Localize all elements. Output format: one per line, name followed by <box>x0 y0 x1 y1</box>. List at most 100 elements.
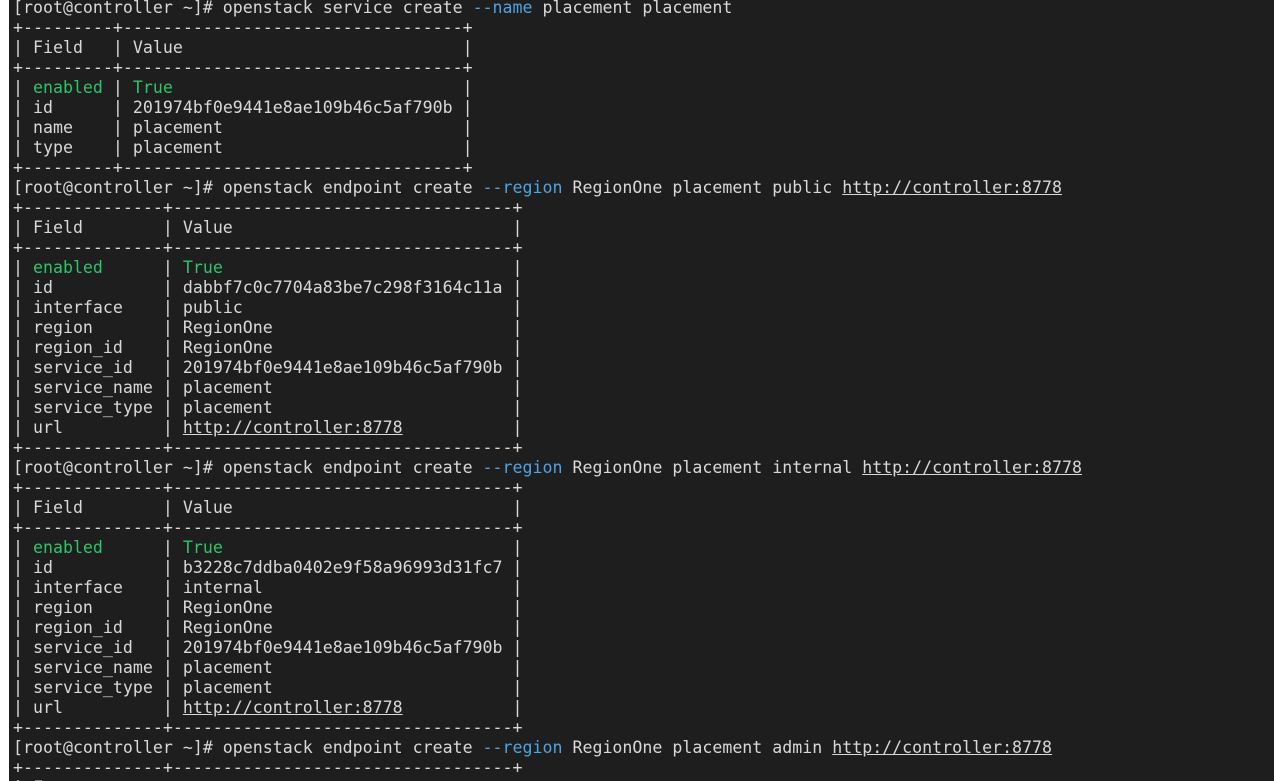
table-header-row: | Field | Value | <box>13 218 523 237</box>
field-value: True <box>182 538 223 557</box>
field-name: region_id <box>32 338 123 357</box>
field-name: id <box>32 278 53 297</box>
field-value: True <box>132 78 173 97</box>
field-value: placement <box>182 678 273 697</box>
column-header-field: Field <box>32 498 83 517</box>
command-text: openstack endpoint create <box>222 178 483 197</box>
column-header-value: Value <box>182 218 233 237</box>
table-border: +--------------+------------------------… <box>13 718 523 737</box>
field-name: service_id <box>32 358 133 377</box>
field-name: enabled <box>32 78 103 97</box>
command-line: [root@controller ~]# openstack endpoint … <box>13 178 1268 198</box>
column-header-field: Field <box>32 218 83 237</box>
command-flag: --region <box>482 178 563 197</box>
field-name: url <box>32 418 63 437</box>
table-row: | enabled | True | <box>13 538 523 557</box>
column-header-value: Value <box>182 498 233 517</box>
command-flag: --region <box>482 738 563 757</box>
field-value: public <box>182 298 243 317</box>
table-row: | type | placement | <box>13 138 473 157</box>
table-header-row: | Field | Value | <box>13 38 473 57</box>
field-value: 201974bf0e9441e8ae109b46c5af790b <box>182 358 503 377</box>
table-border: +---------+-----------------------------… <box>13 58 473 77</box>
table-border: +--------------+------------------------… <box>13 438 523 457</box>
command-args: RegionOne placement public <box>562 178 843 197</box>
table-row: | service_name | placement | <box>13 658 523 677</box>
shell-prompt: [root@controller ~]# <box>13 178 223 197</box>
field-value: dabbf7c0c7704a83be7c298f3164c11a <box>182 278 503 297</box>
table-row: | url | http://controller:8778 | <box>13 698 523 717</box>
url-link[interactable]: http://controller:8778 <box>183 418 403 437</box>
terminal-output: [root@controller ~]# openstack service c… <box>13 0 1268 781</box>
command-text: openstack service create <box>222 0 473 17</box>
table-row: | region | RegionOne | <box>13 598 523 617</box>
table-row: | id | 201974bf0e9441e8ae109b46c5af790b … <box>13 98 473 117</box>
field-name: id <box>32 98 53 117</box>
command-line: [root@controller ~]# openstack endpoint … <box>13 738 1268 758</box>
field-value: True <box>182 258 223 277</box>
field-value: RegionOne <box>182 318 273 337</box>
field-value: placement <box>132 118 223 137</box>
field-name: service_name <box>32 378 153 397</box>
terminal-window[interactable]: [root@controller ~]# openstack service c… <box>0 0 1274 781</box>
field-value: internal <box>182 578 263 597</box>
table-row: | url | http://controller:8778 | <box>13 418 523 437</box>
field-name: id <box>32 558 53 577</box>
table-row: | service_type | placement | <box>13 398 523 417</box>
command-url-link[interactable]: http://controller:8778 <box>832 738 1052 757</box>
command-args: placement placement <box>532 0 733 17</box>
command-flag: --region <box>482 458 563 477</box>
field-name: interface <box>32 298 123 317</box>
table-row: | region_id | RegionOne | <box>13 338 523 357</box>
field-value: RegionOne <box>182 338 273 357</box>
field-name: interface <box>32 578 123 597</box>
table-border: +--------------+------------------------… <box>13 238 523 257</box>
field-name: url <box>32 698 63 717</box>
field-value: RegionOne <box>182 618 273 637</box>
shell-prompt: [root@controller ~]# <box>13 458 223 477</box>
table-border-partial: +--------------+------------------------… <box>13 758 523 777</box>
table-row: | service_id | 201974bf0e9441e8ae109b46c… <box>13 638 523 657</box>
table-row: | id | b3228c7ddba0402e9f58a96993d31fc7 … <box>13 558 523 577</box>
field-value: RegionOne <box>182 598 273 617</box>
table-border: +--------------+------------------------… <box>13 518 523 537</box>
command-url-link[interactable]: http://controller:8778 <box>842 178 1062 197</box>
table-row: | name | placement | <box>13 118 473 137</box>
field-name: type <box>32 138 73 157</box>
field-value: b3228c7ddba0402e9f58a96993d31fc7 <box>182 558 503 577</box>
command-line: [root@controller ~]# openstack service c… <box>13 0 1268 18</box>
field-name: service_type <box>32 398 153 417</box>
field-value: placement <box>182 378 273 397</box>
table-row: | enabled | True | <box>13 78 473 97</box>
table-row: | region | RegionOne | <box>13 318 523 337</box>
field-value: 201974bf0e9441e8ae109b46c5af790b <box>182 638 503 657</box>
command-text: openstack endpoint create <box>222 458 483 477</box>
column-header-value: Value <box>132 38 183 57</box>
table-row: | enabled | True | <box>13 258 523 277</box>
field-value: placement <box>132 138 223 157</box>
table-border: +--------------+------------------------… <box>13 198 523 217</box>
table-row: | service_id | 201974bf0e9441e8ae109b46c… <box>13 358 523 377</box>
field-value: 201974bf0e9441e8ae109b46c5af790b <box>132 98 453 117</box>
command-text: openstack endpoint create <box>222 738 483 757</box>
table-row: | interface | internal | <box>13 578 523 597</box>
command-url-link[interactable]: http://controller:8778 <box>862 458 1082 477</box>
table-border: +--------------+------------------------… <box>13 758 1268 778</box>
command-flag: --name <box>472 0 533 17</box>
url-link[interactable]: http://controller:8778 <box>183 698 403 717</box>
table-header-row: | Field | Value | <box>13 498 523 517</box>
table-row: | region_id | RegionOne | <box>13 618 523 637</box>
field-value: placement <box>182 398 273 417</box>
shell-prompt: [root@controller ~]# <box>13 0 223 17</box>
shell-prompt: [root@controller ~]# <box>13 738 223 757</box>
field-name: enabled <box>32 538 103 557</box>
command-args: RegionOne placement admin <box>562 738 833 757</box>
table-row: | id | dabbf7c0c7704a83be7c298f3164c11a … <box>13 278 523 297</box>
field-name: region <box>32 318 93 337</box>
table-row: | interface | public | <box>13 298 523 317</box>
window-left-edge <box>0 0 9 781</box>
table-border: +---------+-----------------------------… <box>13 18 473 37</box>
field-name: name <box>32 118 73 137</box>
field-name: region_id <box>32 618 123 637</box>
column-header-field: Field <box>32 38 83 57</box>
